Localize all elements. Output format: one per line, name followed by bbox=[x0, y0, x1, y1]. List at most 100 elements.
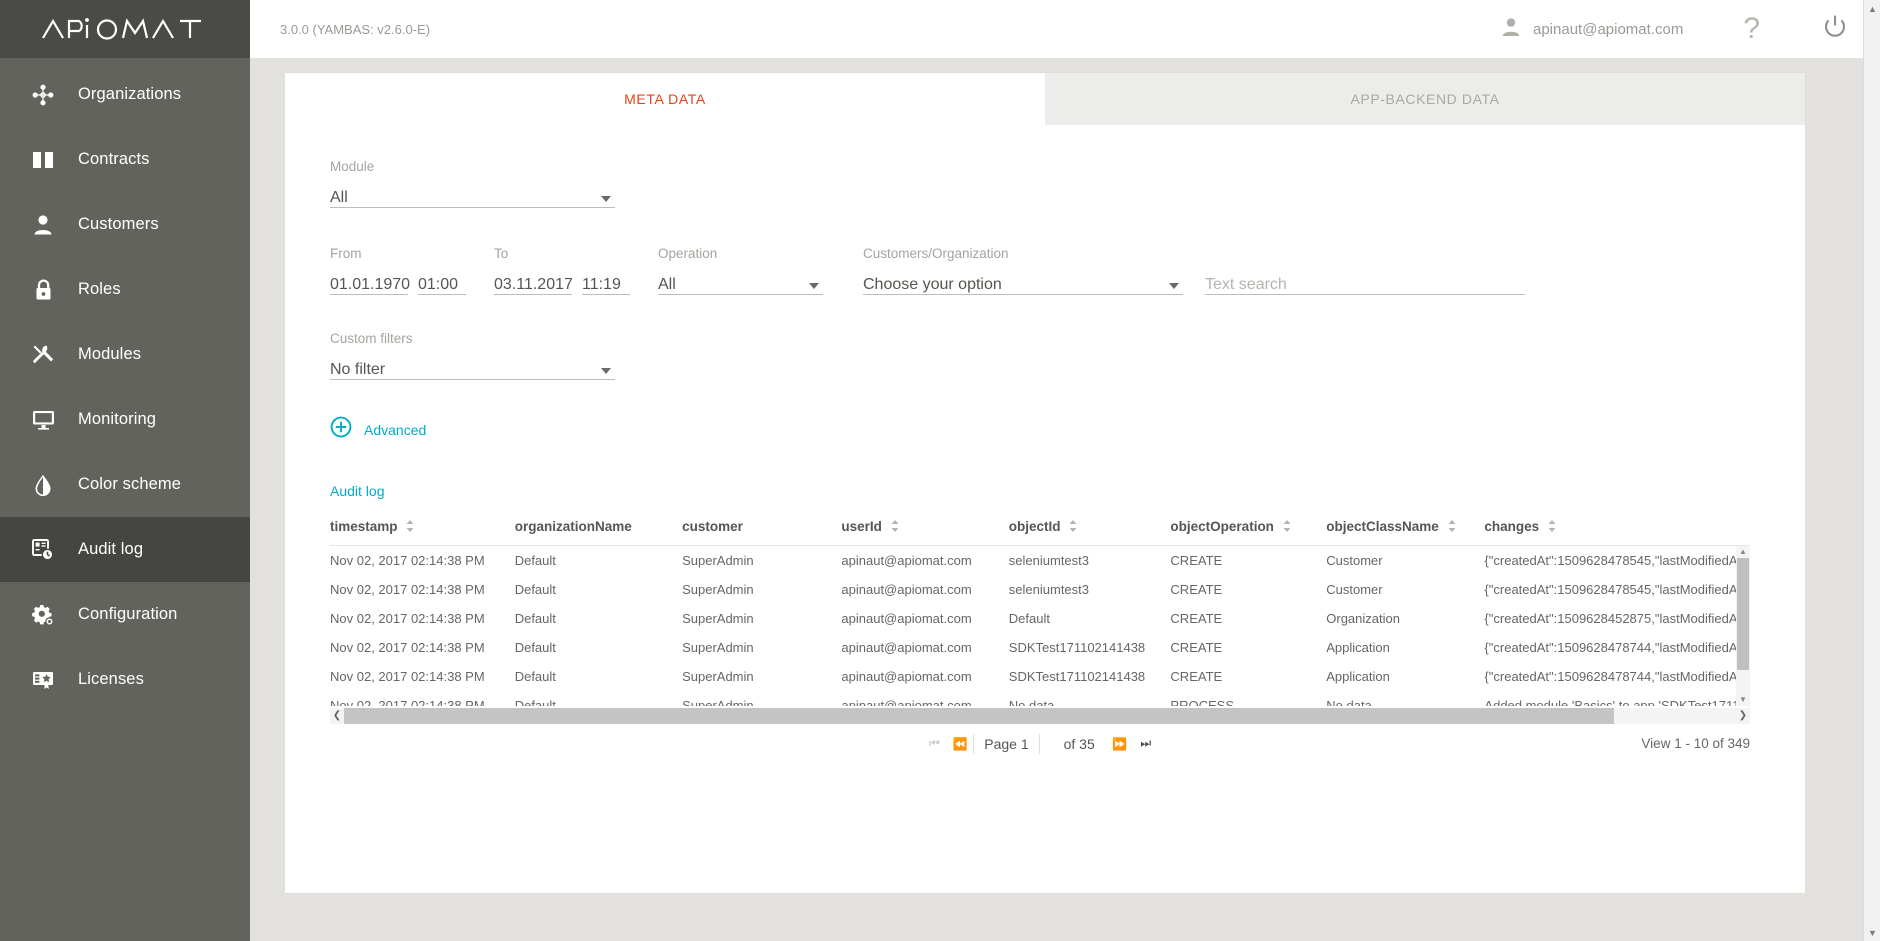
prev-page-icon[interactable]: ⏪ bbox=[947, 732, 973, 756]
column-header-userId[interactable]: userId bbox=[841, 513, 1008, 545]
sidebar-item-label: Organizations bbox=[78, 85, 181, 104]
sidebar-item-organizations[interactable]: Organizations bbox=[0, 62, 250, 127]
sidebar-item-customers[interactable]: Customers bbox=[0, 192, 250, 257]
user-account[interactable]: apinaut@apiomat.com bbox=[1501, 17, 1683, 42]
sidebar-item-monitoring[interactable]: Monitoring bbox=[0, 387, 250, 452]
page-number-label[interactable]: Page 1 bbox=[973, 734, 1039, 754]
column-header-customer[interactable]: customer bbox=[682, 513, 841, 545]
table-header-grid: timestamp organizationName customer bbox=[330, 513, 1750, 546]
cell-customer: SuperAdmin bbox=[682, 662, 841, 691]
sidebar-item-label: Audit log bbox=[78, 540, 143, 559]
cell-objectId: seleniumtest3 bbox=[1009, 575, 1171, 604]
scroll-right-icon[interactable]: ❯ bbox=[1736, 708, 1750, 724]
topbar-actions: apinaut@apiomat.com ? bbox=[1501, 14, 1880, 45]
power-icon[interactable] bbox=[1822, 14, 1848, 45]
scroll-thumb[interactable] bbox=[344, 708, 1614, 724]
tab-app-backend-data[interactable]: APP-BACKEND DATA bbox=[1045, 73, 1805, 125]
operation-label: Operation bbox=[658, 246, 823, 261]
audit-log-card: META DATA APP-BACKEND DATA Module All bbox=[285, 73, 1805, 893]
advanced-toggle[interactable]: Advanced bbox=[330, 416, 426, 443]
column-label: changes bbox=[1484, 519, 1539, 534]
table-row[interactable]: Nov 02, 2017 02:14:38 PMDefaultSuperAdmi… bbox=[330, 691, 1750, 706]
total-pages-label: of 35 bbox=[1040, 736, 1107, 752]
tab-meta-data[interactable]: META DATA bbox=[285, 73, 1045, 125]
column-label: objectClassName bbox=[1326, 519, 1439, 534]
cell-timestamp: Nov 02, 2017 02:14:38 PM bbox=[330, 575, 515, 604]
audit-log-section-link[interactable]: Audit log bbox=[330, 483, 384, 499]
sort-icon[interactable] bbox=[1069, 520, 1077, 535]
sort-icon[interactable] bbox=[1448, 520, 1456, 535]
to-time-input[interactable]: 11:19 bbox=[582, 246, 630, 295]
scroll-up-icon[interactable]: ▲ bbox=[1736, 546, 1750, 558]
cell-objectClassName: Application bbox=[1326, 633, 1484, 662]
column-header-timestamp[interactable]: timestamp bbox=[330, 513, 515, 545]
column-header-changes[interactable]: changes bbox=[1484, 513, 1750, 545]
sort-icon[interactable] bbox=[1548, 520, 1556, 535]
view-count-label: View 1 - 10 of 349 bbox=[1641, 736, 1750, 751]
column-header-objectClassName[interactable]: objectClassName bbox=[1326, 513, 1484, 545]
first-page-icon[interactable]: ⏮ bbox=[921, 732, 947, 756]
sidebar-item-licenses[interactable]: Licenses bbox=[0, 647, 250, 712]
scroll-thumb[interactable] bbox=[1737, 558, 1749, 670]
cell-organizationName: Default bbox=[515, 662, 682, 691]
chevron-down-icon bbox=[601, 368, 611, 374]
column-header-organizationName[interactable]: organizationName bbox=[515, 513, 682, 545]
table-row[interactable]: Nov 02, 2017 02:14:38 PMDefaultSuperAdmi… bbox=[330, 662, 1750, 691]
sidebar-item-audit-log[interactable]: Audit log bbox=[0, 517, 250, 582]
custom-filters-select[interactable]: Custom filters No filter bbox=[330, 331, 615, 380]
module-select[interactable]: Module All bbox=[330, 159, 615, 208]
scroll-left-icon[interactable]: ❮ bbox=[330, 708, 344, 724]
cell-changes: {"createdAt":1509628478744,"lastModified… bbox=[1484, 633, 1750, 662]
sidebar-item-contracts[interactable]: Contracts bbox=[0, 127, 250, 192]
from-date-input[interactable]: From 01.01.1970 bbox=[330, 246, 408, 295]
person-icon bbox=[1501, 17, 1521, 42]
sidebar-item-roles[interactable]: Roles bbox=[0, 257, 250, 322]
from-label: From bbox=[330, 246, 408, 261]
table-row[interactable]: Nov 02, 2017 02:14:38 PMDefaultSuperAdmi… bbox=[330, 546, 1750, 575]
sort-icon[interactable] bbox=[406, 520, 414, 535]
table-vertical-scrollbar[interactable]: ▲ ▼ bbox=[1736, 546, 1750, 706]
table-row[interactable]: Nov 02, 2017 02:14:38 PMDefaultSuperAdmi… bbox=[330, 633, 1750, 662]
monitor-icon bbox=[26, 405, 60, 435]
column-header-objectId[interactable]: objectId bbox=[1009, 513, 1171, 545]
customers-organization-select[interactable]: Customers/Organization Choose your optio… bbox=[863, 246, 1183, 295]
last-page-icon[interactable]: ⏭ bbox=[1133, 732, 1159, 756]
scroll-track[interactable] bbox=[344, 708, 1736, 724]
to-time-label bbox=[582, 246, 630, 261]
chevron-down-icon bbox=[601, 196, 611, 202]
scroll-down-icon[interactable]: ▼ bbox=[1864, 924, 1880, 941]
sidebar-item-configuration[interactable]: Configuration bbox=[0, 582, 250, 647]
custom-filters-value: No filter bbox=[330, 360, 385, 379]
column-header-objectOperation[interactable]: objectOperation bbox=[1170, 513, 1326, 545]
table-row[interactable]: Nov 02, 2017 02:14:38 PMDefaultSuperAdmi… bbox=[330, 604, 1750, 633]
cell-customer: SuperAdmin bbox=[682, 546, 841, 575]
gear-icon bbox=[26, 600, 60, 630]
search-label bbox=[1205, 246, 1525, 261]
text-search-input[interactable]: Text search bbox=[1205, 246, 1525, 295]
sidebar-item-modules[interactable]: Modules bbox=[0, 322, 250, 387]
to-date-input[interactable]: To 03.11.2017 bbox=[494, 246, 572, 295]
sidebar-item-color-scheme[interactable]: Color scheme bbox=[0, 452, 250, 517]
column-label: timestamp bbox=[330, 519, 398, 534]
sidebar: Organizations Contracts bbox=[0, 0, 250, 941]
cell-customer: SuperAdmin bbox=[682, 633, 841, 662]
column-label: objectId bbox=[1009, 519, 1061, 534]
pagination-bar: ⏮ ⏪ Page 1 of 35 ⏩ ⏭ View 1 - 10 of 349 bbox=[330, 724, 1750, 764]
sort-icon[interactable] bbox=[891, 520, 899, 535]
page-scrollbar[interactable]: ▲ ▼ bbox=[1863, 0, 1880, 941]
sort-icon[interactable] bbox=[1283, 520, 1291, 535]
app-logo[interactable] bbox=[0, 0, 250, 58]
cell-userId: apinaut@apiomat.com bbox=[841, 575, 1008, 604]
sidebar-item-label: Customers bbox=[78, 215, 159, 234]
lock-icon bbox=[26, 275, 60, 305]
operation-select[interactable]: Operation All bbox=[658, 246, 823, 295]
table-row[interactable]: Nov 02, 2017 02:14:38 PMDefaultSuperAdmi… bbox=[330, 575, 1750, 604]
next-page-icon[interactable]: ⏩ bbox=[1107, 732, 1133, 756]
table-horizontal-scrollbar[interactable]: ❮ ❯ bbox=[330, 708, 1750, 724]
scroll-down-icon[interactable]: ▼ bbox=[1736, 694, 1750, 706]
scroll-up-icon[interactable]: ▲ bbox=[1864, 0, 1880, 17]
cell-userId: apinaut@apiomat.com bbox=[841, 691, 1008, 706]
question-mark-icon[interactable]: ? bbox=[1743, 14, 1760, 44]
cell-organizationName: Default bbox=[515, 546, 682, 575]
from-time-input[interactable]: 01:00 bbox=[418, 246, 466, 295]
